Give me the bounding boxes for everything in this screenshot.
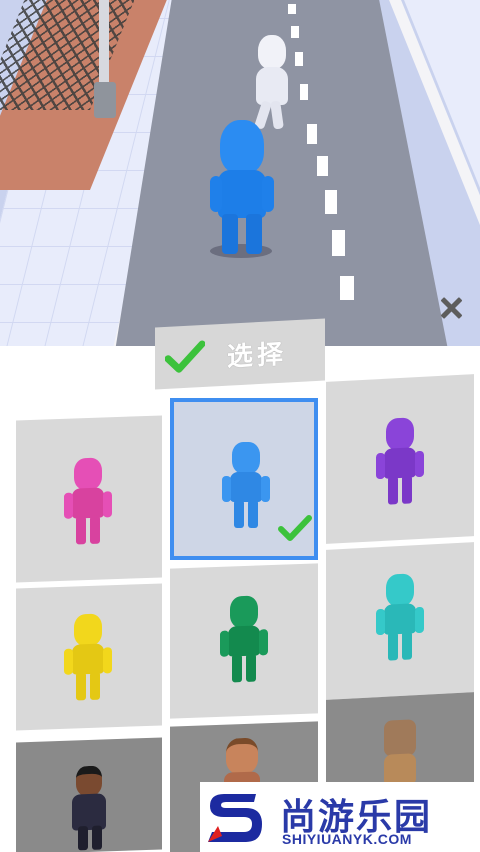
select-button-label: 选择	[227, 338, 288, 372]
watermark-url: SHIYIUANYK.COM	[282, 831, 412, 847]
lane-marking	[340, 276, 354, 300]
check-icon	[165, 340, 205, 373]
lane-marking	[332, 230, 345, 256]
skin-card-cyan[interactable]	[326, 542, 474, 700]
skin-card-blue[interactable]	[170, 398, 318, 560]
lamp-post	[99, 0, 109, 90]
lane-marking	[325, 190, 337, 214]
lane-marking	[288, 4, 296, 14]
watermark: 尚游乐园 SHIYIUANYK.COM	[200, 782, 480, 852]
skin-figure-blue	[222, 442, 270, 532]
select-button[interactable]: 选择	[155, 318, 325, 390]
skin-card-suit[interactable]	[16, 737, 162, 852]
close-icon[interactable]	[435, 292, 467, 324]
player-runner	[210, 120, 276, 258]
skin-card-purple[interactable]	[326, 374, 474, 544]
game-scene	[0, 0, 480, 360]
skin-figure-yellow	[64, 613, 112, 704]
skin-figure-pink	[64, 457, 112, 548]
selected-check-icon	[278, 515, 312, 541]
lane-marking	[317, 156, 328, 176]
lamp-post-base	[94, 82, 116, 118]
skin-figure-suit	[70, 765, 110, 852]
skin-figure-green	[220, 595, 268, 686]
lane-marking	[300, 84, 308, 100]
watermark-logo-icon	[204, 786, 264, 848]
lane-marking	[307, 124, 317, 144]
skin-figure-cyan	[376, 573, 424, 665]
skin-card-pink[interactable]	[16, 415, 162, 583]
skin-card-green[interactable]	[170, 563, 318, 719]
skin-figure-purple	[376, 417, 424, 509]
skin-card-yellow[interactable]	[16, 583, 162, 731]
